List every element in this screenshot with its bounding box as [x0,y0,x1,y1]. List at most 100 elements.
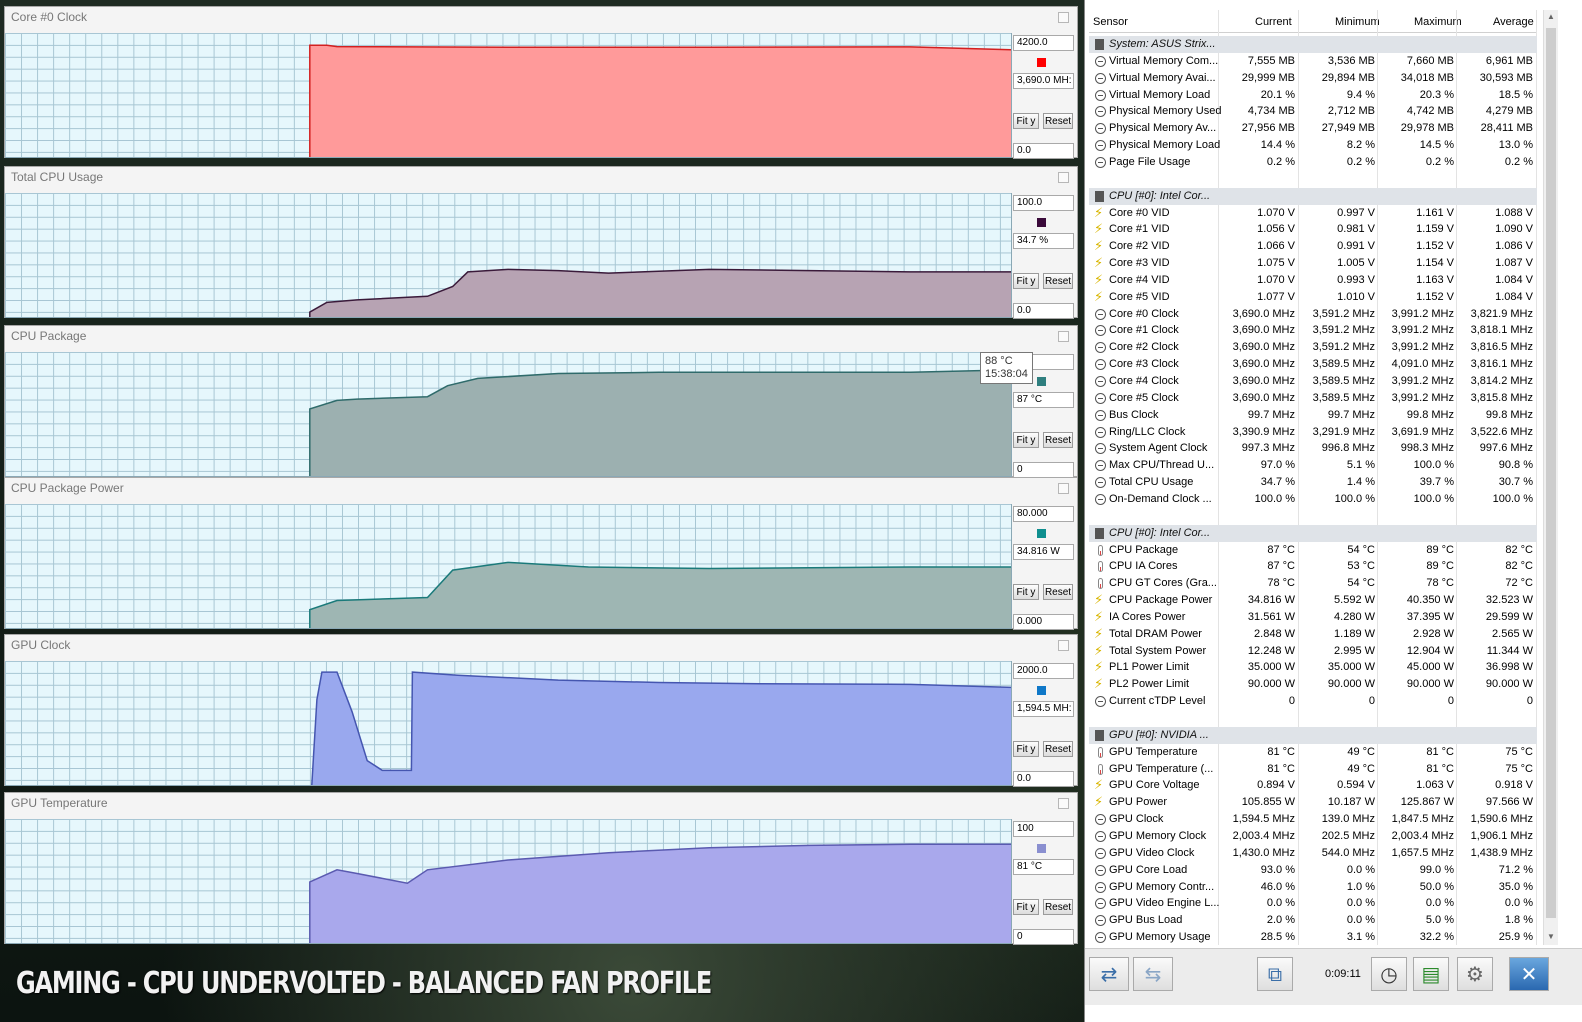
graph-min-field[interactable]: 0.0 [1013,303,1074,319]
sensor-row[interactable]: Core #0 VID 1.070 V 0.997 V 1.161 V 1.088… [1089,205,1537,222]
sensor-group-row[interactable]: CPU [#0]: Intel Cor... [1089,187,1537,205]
sensor-row[interactable]: Bus Clock 99.7 MHz 99.7 MHz 99.8 MHz 99.8… [1089,407,1537,424]
graph-close-button[interactable] [1058,640,1069,651]
col-maximum[interactable]: Maximum [1414,16,1462,28]
sensor-row[interactable]: Core #2 VID 1.066 V 0.991 V 1.152 V 1.086… [1089,238,1537,255]
network-sync-button[interactable]: ⧉ [1257,957,1293,991]
sensor-row[interactable]: IA Cores Power31.561 W 4.280 W 37.395 W … [1089,609,1537,626]
sensor-row[interactable]: CPU GT Cores (Gra... 78 °C 54 °C 78 °C 72… [1089,575,1537,592]
col-sensor[interactable]: Sensor [1093,16,1128,28]
collapse-arrows-button[interactable]: ⇆ [1133,957,1173,991]
fit-y-button[interactable]: Fit y [1013,432,1039,448]
sensor-row[interactable]: Page File Usage 0.2 % 0.2 % 0.2 % 0.2 % [1089,154,1537,171]
graph-max-field[interactable]: 100.0 [1013,195,1074,211]
sensor-row[interactable]: Physical Memory Load 14.4 % 8.2 % 14.5 % … [1089,137,1537,154]
graph-max-field[interactable]: 2000.0 [1013,663,1074,679]
fit-y-button[interactable]: Fit y [1013,113,1039,129]
sensor-row[interactable]: Virtual Memory Avai... 29,999 MB 29,894 M… [1089,70,1537,87]
sensor-row[interactable]: Total DRAM Power2.848 W 1.189 W 2.928 W … [1089,626,1537,643]
sensor-row[interactable]: Virtual Memory Load 20.1 % 9.4 % 20.3 % 1… [1089,87,1537,104]
add-report-button[interactable]: ▤ [1413,957,1449,991]
graph-max-field[interactable]: 80.000 [1013,506,1074,522]
sensor-row[interactable]: GPU Video Clock 1,430.0 MHz 544.0 MHz 1,6… [1089,845,1537,862]
scroll-thumb[interactable] [1546,28,1556,918]
sensor-row[interactable]: Core #4 Clock 3,690.0 MHz 3,589.5 MHz 3,9… [1089,373,1537,390]
sensor-row[interactable]: PL2 Power Limit 90.000 W 90.000 W 90.000 … [1089,676,1537,693]
sensor-row[interactable]: Core #2 Clock 3,690.0 MHz 3,591.2 MHz 3,9… [1089,339,1537,356]
sensor-row[interactable]: GPU Core Load 93.0 % 0.0 % 99.0 % 71.2 % [1089,862,1537,879]
graph-close-button[interactable] [1058,798,1069,809]
graph-close-button[interactable] [1058,483,1069,494]
sensor-row[interactable]: Physical Memory Av... 27,956 MB 27,949 MB… [1089,120,1537,137]
graph-close-button[interactable] [1058,12,1069,23]
reset-button[interactable]: Reset [1043,899,1073,915]
sensor-row[interactable]: Core #3 VID 1.075 V 1.005 V 1.154 V 1.087… [1089,255,1537,272]
graph-color-swatch[interactable] [1037,686,1046,695]
sensor-row[interactable]: Current cTDP Level 0 0 0 0 [1089,693,1537,710]
sensor-row[interactable]: Ring/LLC Clock 3,390.9 MHz 3,291.9 MHz 3,… [1089,424,1537,441]
fit-y-button[interactable]: Fit y [1013,741,1039,757]
graph-max-field[interactable]: 100 [1013,821,1074,837]
sensor-row[interactable]: GPU Memory Contr... 46.0 % 1.0 % 50.0 % 3… [1089,879,1537,896]
sensor-group-row[interactable]: System: ASUS Strix... [1089,36,1537,53]
col-minimum[interactable]: Minimum [1335,16,1380,28]
scroll-up-arrow-icon[interactable]: ▲ [1547,12,1555,21]
clock-reset-button[interactable]: ◷ [1371,957,1407,991]
sensor-row[interactable]: CPU Package Power 34.816 W 5.592 W 40.350… [1089,592,1537,609]
sensor-row[interactable]: Core #3 Clock 3,690.0 MHz 3,589.5 MHz 4,0… [1089,356,1537,373]
graph-color-swatch[interactable] [1037,58,1046,67]
graph-color-swatch[interactable] [1037,377,1046,386]
reset-button[interactable]: Reset [1043,741,1073,757]
graph-color-swatch[interactable] [1037,529,1046,538]
sensor-row[interactable]: GPU Memory Clock 2,003.4 MHz 202.5 MHz 2,… [1089,828,1537,845]
graph-max-field[interactable]: 4200.0 [1013,35,1074,51]
graph-min-field[interactable]: 0.0 [1013,143,1074,159]
sensor-row[interactable]: Virtual Memory Com... 7,555 MB 3,536 MB 7… [1089,53,1537,70]
sensor-row[interactable]: Core #5 VID 1.077 V 1.010 V 1.152 V 1.084… [1089,289,1537,306]
col-average[interactable]: Average [1493,16,1534,28]
reset-button[interactable]: Reset [1043,432,1073,448]
sensor-row[interactable]: Total System Power 12.248 W 2.995 W 12.90… [1089,643,1537,660]
sensor-row[interactable]: GPU Power 105.855 W 10.187 W 125.867 W 97… [1089,794,1537,811]
sensor-row[interactable]: GPU Temperature 81 °C 49 °C 81 °C 75 °C [1089,744,1537,761]
graph-close-button[interactable] [1058,331,1069,342]
sensor-row[interactable]: Core #0 Clock 3,690.0 MHz 3,591.2 MHz 3,9… [1089,306,1537,323]
sensor-row[interactable]: CPU Package 87 °C 54 °C 89 °C 82 °C [1089,542,1537,559]
sensor-group-row[interactable]: GPU [#0]: NVIDIA ... [1089,726,1537,744]
sensor-row[interactable]: Physical Memory Used 4,734 MB 2,712 MB 4,… [1089,103,1537,120]
sensor-row[interactable]: GPU Bus Load 2.0 % 0.0 % 5.0 % 1.8 % [1089,912,1537,929]
sensor-row[interactable]: Core #4 VID 1.070 V 0.993 V 1.163 V 1.084… [1089,272,1537,289]
sensor-scrollbar[interactable]: ▲ ▼ [1543,10,1558,945]
reset-button[interactable]: Reset [1043,584,1073,600]
close-x-button[interactable]: ✕ [1509,957,1549,991]
sensor-row[interactable]: PL1 Power Limit 35.000 W 35.000 W 45.000 … [1089,659,1537,676]
sensor-row[interactable]: GPU Core Voltage0.894 V 0.594 V 1.063 V … [1089,777,1537,794]
col-current[interactable]: Current [1255,16,1292,28]
sensor-row[interactable]: GPU Video Engine L... 0.0 % 0.0 % 0.0 % 0… [1089,895,1537,912]
reset-button[interactable]: Reset [1043,113,1073,129]
settings-gear-icon[interactable]: ⚙ [1457,957,1493,991]
graph-min-field[interactable]: 0 [1013,462,1074,478]
sensor-group-row[interactable]: CPU [#0]: Intel Cor... [1089,524,1537,542]
graph-color-swatch[interactable] [1037,844,1046,853]
sensor-row[interactable]: GPU Memory Usage 28.5 % 3.1 % 32.2 % 25.9… [1089,929,1537,946]
graph-min-field[interactable]: 0.000 [1013,614,1074,630]
reset-button[interactable]: Reset [1043,273,1073,289]
sensor-row[interactable]: GPU Temperature (... 81 °C 49 °C 81 °C 75… [1089,761,1537,778]
sensor-row[interactable]: On-Demand Clock ... 100.0 % 100.0 % 100.0… [1089,491,1537,508]
sensor-row[interactable]: Total CPU Usage 34.7 % 1.4 % 39.7 % 30.7 … [1089,474,1537,491]
fit-y-button[interactable]: Fit y [1013,584,1039,600]
fit-y-button[interactable]: Fit y [1013,273,1039,289]
graph-min-field[interactable]: 0.0 [1013,771,1074,787]
scroll-down-arrow-icon[interactable]: ▼ [1547,932,1555,941]
sensor-row[interactable]: Core #5 Clock 3,690.0 MHz 3,589.5 MHz 3,9… [1089,390,1537,407]
fit-y-button[interactable]: Fit y [1013,899,1039,915]
graph-close-button[interactable] [1058,172,1069,183]
graph-min-field[interactable]: 0 [1013,929,1074,945]
expand-arrows-button[interactable]: ⇄ [1089,957,1129,991]
sensor-row[interactable]: Core #1 VID 1.056 V 0.981 V 1.159 V 1.090… [1089,221,1537,238]
sensor-row[interactable]: Core #1 Clock 3,690.0 MHz 3,591.2 MHz 3,9… [1089,322,1537,339]
sensor-row[interactable]: GPU Clock 1,594.5 MHz 139.0 MHz 1,847.5 M… [1089,811,1537,828]
sensor-row[interactable]: CPU IA Cores 87 °C 53 °C 89 °C 82 °C [1089,558,1537,575]
sensor-row[interactable]: System Agent Clock 997.3 MHz 996.8 MHz 99… [1089,440,1537,457]
